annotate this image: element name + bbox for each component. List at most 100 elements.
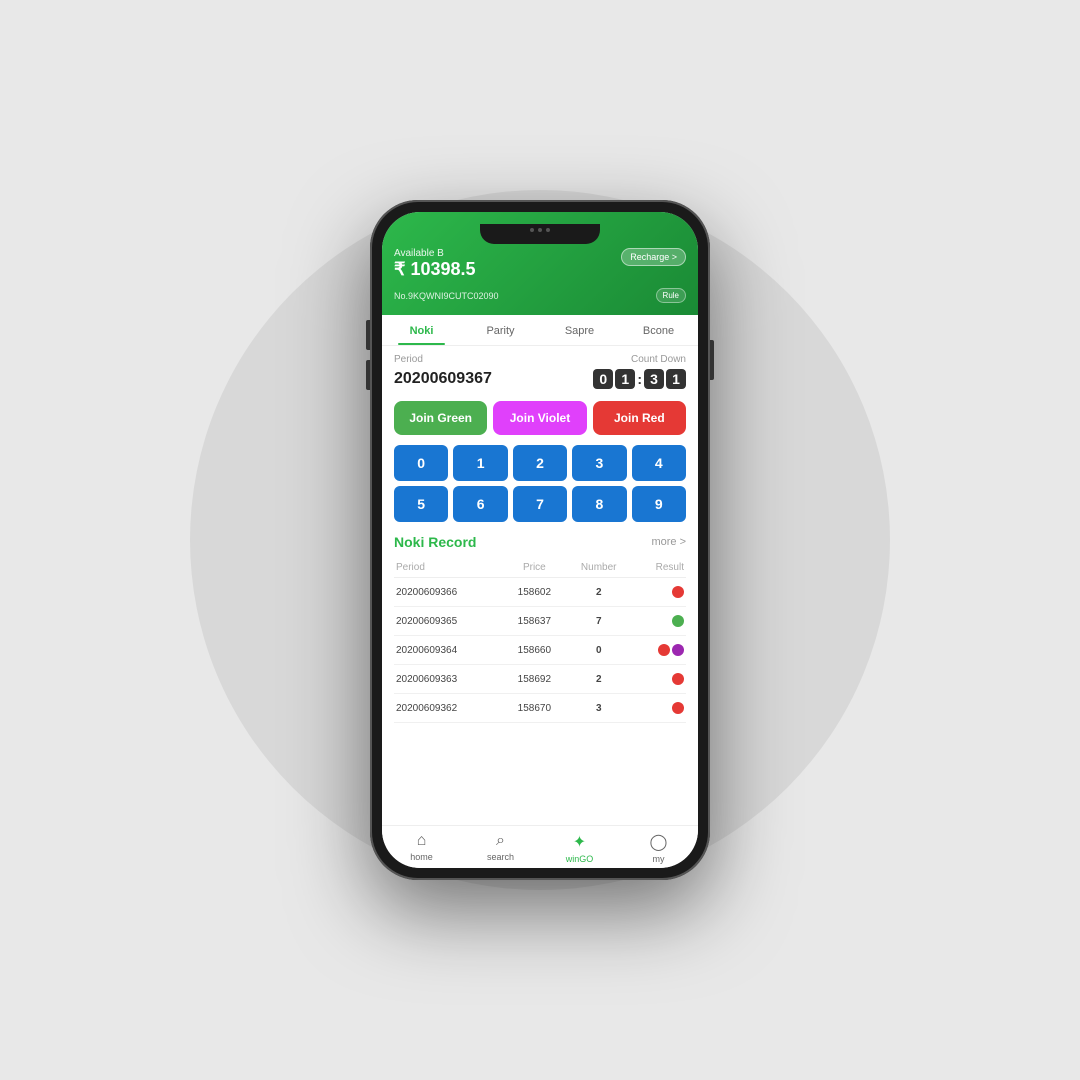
table-header-row: Period Price Number Result [394,558,686,578]
col-result: Result [632,558,686,578]
cell-price: 158602 [503,578,566,607]
cell-result [632,636,686,665]
table-row: 202006093621586703 [394,694,686,723]
num-btn-7[interactable]: 7 [513,486,567,522]
bottom-nav: ⌂ home ⌕ search ✦ winGO ◯ my [382,825,698,868]
period-number-row: 20200609367 0 1 : 3 1 [394,369,686,389]
cell-period: 20200609362 [394,694,503,723]
wingo-icon: ✦ [573,832,586,852]
col-period: Period [394,558,503,578]
phone-device: Available B ₹ 10398.5 Recharge > No.9KQW… [370,200,710,880]
period-id: No.9KQWNI9CUTC02090 [394,291,499,301]
red-dot [672,586,684,598]
countdown-display: 0 1 : 3 1 [593,369,686,389]
cell-result [632,665,686,694]
nav-my-label: my [653,854,665,864]
nav-search[interactable]: ⌕ search [461,832,540,864]
col-number: Number [566,558,632,578]
nav-search-label: search [487,852,514,862]
num-btn-4[interactable]: 4 [632,445,686,481]
cell-period: 20200609364 [394,636,503,665]
num-btn-5[interactable]: 5 [394,486,448,522]
red-dot [658,644,670,656]
col-price: Price [503,558,566,578]
search-icon: ⌕ [496,832,505,850]
tab-bcone[interactable]: Bcone [619,315,698,345]
cell-price: 158692 [503,665,566,694]
notch [480,224,600,244]
tab-parity[interactable]: Parity [461,315,540,345]
cell-period: 20200609363 [394,665,503,694]
cell-period: 20200609365 [394,607,503,636]
cell-number: 2 [566,578,632,607]
available-label: Available B [394,248,476,259]
tab-sapre[interactable]: Sapre [540,315,619,345]
join-red-button[interactable]: Join Red [593,401,686,435]
table-row: 202006093651586377 [394,607,686,636]
phone-frame: Available B ₹ 10398.5 Recharge > No.9KQW… [370,200,710,880]
num-btn-2[interactable]: 2 [513,445,567,481]
countdown-d0: 0 [593,369,613,389]
home-icon: ⌂ [417,832,427,850]
join-green-button[interactable]: Join Green [394,401,487,435]
action-buttons: Join Green Join Violet Join Red [394,401,686,435]
table-row: 202006093641586600 [394,636,686,665]
num-btn-0[interactable]: 0 [394,445,448,481]
cell-result [632,607,686,636]
cell-price: 158660 [503,636,566,665]
nav-home[interactable]: ⌂ home [382,832,461,864]
cell-result [632,694,686,723]
volume-down-button [366,360,370,390]
recharge-button[interactable]: Recharge > [621,248,686,266]
record-header: Noki Record more > [394,534,686,550]
red-dot [672,673,684,685]
cell-number: 0 [566,636,632,665]
main-content: Period Count Down 20200609367 0 1 : 3 1 [382,346,698,825]
tab-noki[interactable]: Noki [382,315,461,345]
countdown-d1: 1 [615,369,635,389]
notch-dot-left [530,228,534,232]
cell-period: 20200609366 [394,578,503,607]
volume-up-button [366,320,370,350]
table-row: 202006093661586022 [394,578,686,607]
power-button [710,340,714,380]
table-row: 202006093631586922 [394,665,686,694]
join-violet-button[interactable]: Join Violet [493,401,586,435]
cell-number: 3 [566,694,632,723]
cell-price: 158670 [503,694,566,723]
notch-dot-right [546,228,550,232]
number-grid: 0 1 2 3 4 5 6 7 8 9 [394,445,686,522]
period-number: 20200609367 [394,370,492,388]
cell-result [632,578,686,607]
green-dot [672,615,684,627]
record-table: Period Price Number Result 2020060936615… [394,558,686,723]
countdown-label: Count Down [631,354,686,365]
period-labels-row: Period Count Down [394,354,686,365]
num-btn-3[interactable]: 3 [572,445,626,481]
num-btn-1[interactable]: 1 [453,445,507,481]
record-title: Noki Record [394,534,476,550]
rule-button[interactable]: Rule [656,288,686,303]
my-icon: ◯ [650,832,668,852]
nav-my[interactable]: ◯ my [619,832,698,864]
countdown-d3: 1 [666,369,686,389]
tab-bar: Noki Parity Sapre Bcone [382,315,698,346]
notch-dot-center [538,228,542,232]
notch-dots [530,228,550,232]
num-btn-8[interactable]: 8 [572,486,626,522]
cell-number: 2 [566,665,632,694]
num-btn-9[interactable]: 9 [632,486,686,522]
cell-price: 158637 [503,607,566,636]
phone-screen: Available B ₹ 10398.5 Recharge > No.9KQW… [382,212,698,868]
violet-dot [672,644,684,656]
period-label: Period [394,354,423,365]
cell-number: 7 [566,607,632,636]
num-btn-6[interactable]: 6 [453,486,507,522]
balance-display: ₹ 10398.5 [394,259,476,280]
nav-home-label: home [410,852,433,862]
nav-wingo-label: winGO [566,854,594,864]
countdown-d2: 3 [644,369,664,389]
record-body: 2020060936615860222020060936515863772020… [394,578,686,723]
more-link[interactable]: more > [651,536,686,548]
nav-wingo[interactable]: ✦ winGO [540,832,619,864]
